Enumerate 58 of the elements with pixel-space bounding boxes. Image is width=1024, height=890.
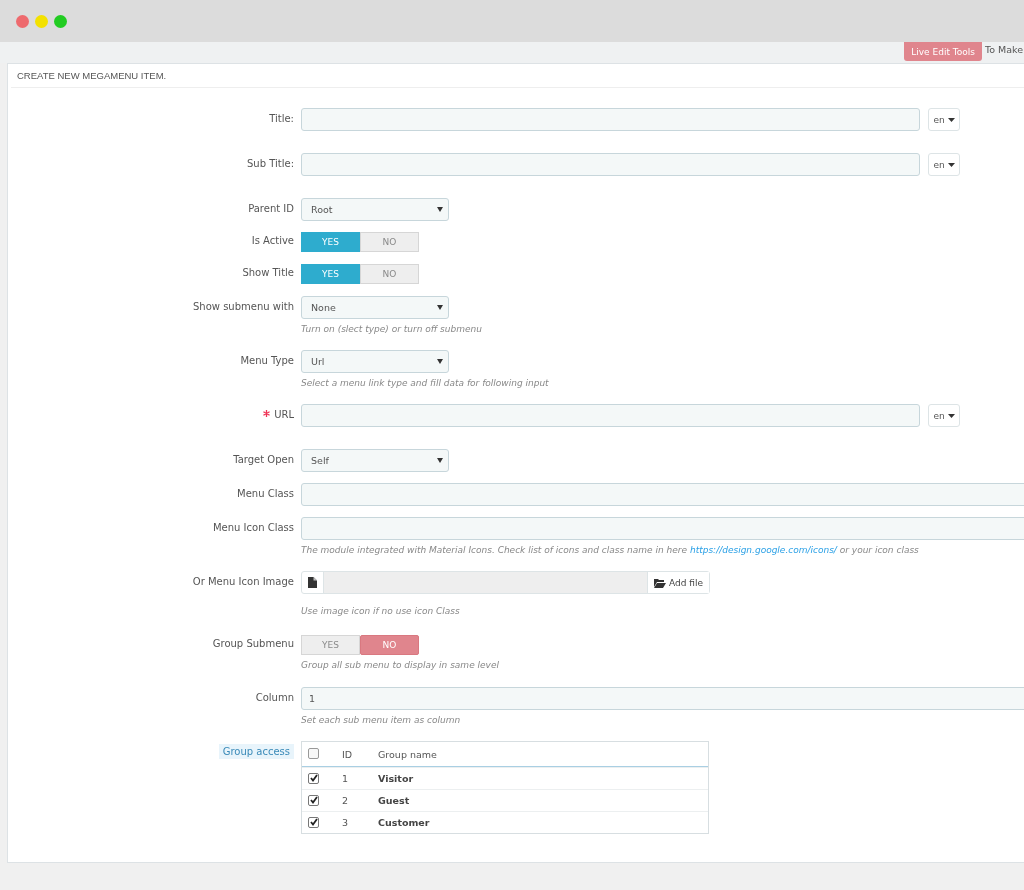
close-icon[interactable] xyxy=(16,14,29,28)
field-label: Show submenu with xyxy=(192,301,294,312)
table-cell: Visitor xyxy=(378,773,414,784)
field-label: Is Active xyxy=(251,235,294,246)
table-cell: Customer xyxy=(378,817,430,828)
field-label: Or Menu Icon Image xyxy=(192,576,294,587)
language-dropdown[interactable]: en xyxy=(928,153,960,176)
field-label: Show Title xyxy=(242,267,294,278)
text-input[interactable]: 1 xyxy=(301,687,1024,710)
caret-icon xyxy=(437,206,443,212)
maximize-icon[interactable] xyxy=(54,14,67,28)
caret-icon xyxy=(947,117,955,122)
help-text: Group all sub menu to display in same level xyxy=(301,660,500,670)
help-text: Select a menu link type and fill data for following input xyxy=(301,378,550,388)
help-text: Use image icon if no use icon Class xyxy=(301,606,461,616)
field-label: Group access xyxy=(218,744,294,759)
caret-icon xyxy=(947,413,955,418)
table-cell: Guest xyxy=(378,795,410,806)
caret-icon xyxy=(947,162,955,167)
field-label: Menu Icon Class xyxy=(212,522,294,533)
row-checkbox[interactable] xyxy=(308,794,319,806)
caret-icon xyxy=(437,457,443,463)
field-label: Menu Type xyxy=(240,355,294,366)
text-input[interactable] xyxy=(301,404,920,427)
text-input[interactable] xyxy=(301,483,1024,506)
field-label: Column xyxy=(255,692,294,703)
row-checkbox[interactable] xyxy=(308,772,319,784)
field-label: Sub Title: xyxy=(247,158,294,169)
field-label: Parent ID xyxy=(248,203,294,214)
column-header: Group name xyxy=(378,748,437,760)
table-cell-text: 1 xyxy=(342,773,350,784)
language-dropdown[interactable]: en xyxy=(928,108,960,131)
help-text: Turn on (slect type) or turn off submenu xyxy=(301,324,483,334)
help-text: Set each sub menu item as column xyxy=(301,715,462,725)
field-label: URL xyxy=(263,409,294,420)
caret-icon xyxy=(437,304,443,310)
text-input[interactable] xyxy=(301,153,920,176)
row-checkbox[interactable] xyxy=(308,816,319,828)
select-dropdown[interactable]: Self xyxy=(301,449,449,472)
field-label: Group Submenu xyxy=(212,638,294,649)
help-text: The module integrated with Material Icons. Check list of icons and class name in here https://design.google.com/icons/ or your icon class xyxy=(301,545,920,555)
minimize-icon[interactable] xyxy=(35,14,48,28)
select-dropdown[interactable]: None xyxy=(301,296,449,319)
select-all-checkbox[interactable] xyxy=(308,747,319,759)
caret-icon xyxy=(437,358,443,364)
column-header: ID xyxy=(342,748,354,760)
select-dropdown[interactable]: Root xyxy=(301,198,449,221)
select-dropdown[interactable]: Url xyxy=(301,350,449,373)
field-label: Target Open xyxy=(233,454,294,465)
table-cell-text: 3 xyxy=(342,817,350,828)
field-label: Menu Class xyxy=(237,488,294,499)
text-input[interactable] xyxy=(301,108,920,131)
panel-title: CREATE NEW MEGAMENU ITEM. xyxy=(11,64,1024,88)
field-label: Title: xyxy=(269,113,294,124)
toolbar-text: To Make xyxy=(984,43,1023,55)
table-cell-text: 2 xyxy=(342,795,350,806)
text-input[interactable] xyxy=(301,517,1024,540)
language-dropdown[interactable]: en xyxy=(928,404,960,427)
